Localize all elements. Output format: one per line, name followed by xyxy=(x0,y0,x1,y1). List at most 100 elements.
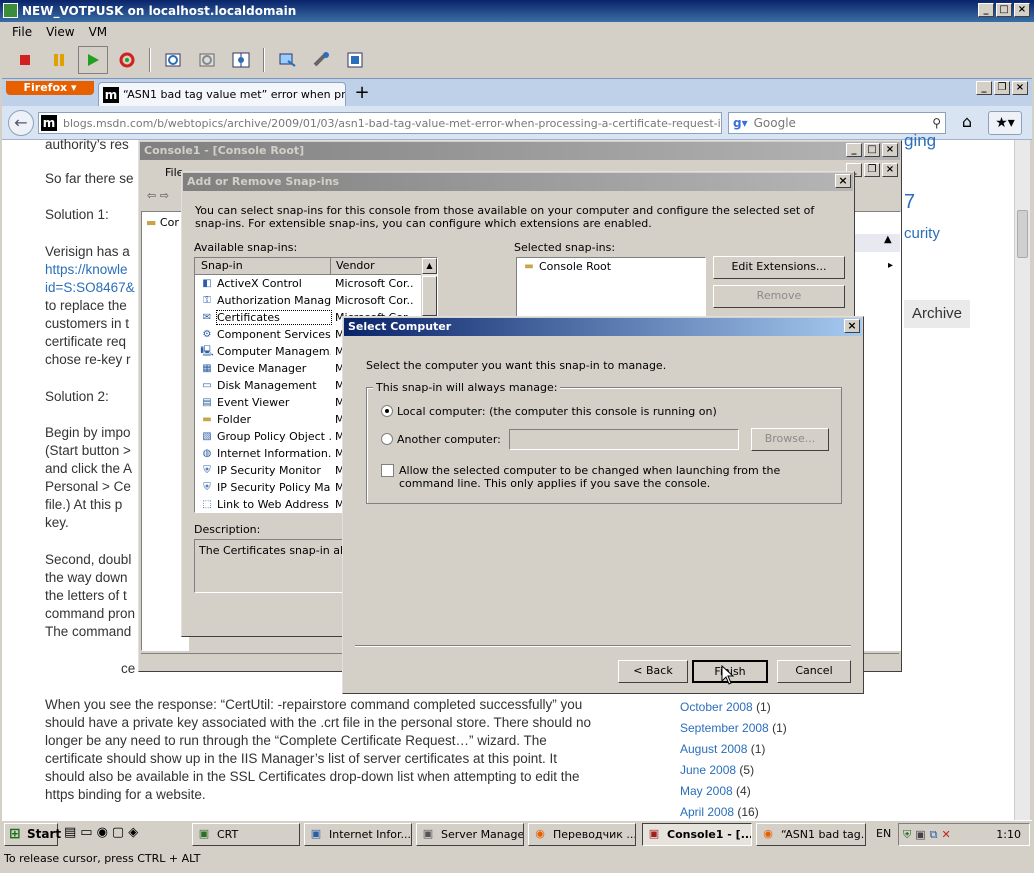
vm-title: NEW_VOTPUSK on localhost.localdomain xyxy=(22,4,297,18)
allow-change-label[interactable]: Allow the selected computer to be change… xyxy=(399,464,829,490)
console-inner-restore-button[interactable]: ❐ xyxy=(864,163,880,177)
snapin-name: Computer Managem... xyxy=(217,345,331,358)
taskbar-item-server-manager[interactable]: ▣ Server Manager xyxy=(416,823,524,846)
snapins-intro: You can select snap-ins for this console… xyxy=(195,204,815,230)
archive-item[interactable]: September 2008 (1) xyxy=(680,721,787,735)
taskbar-item-translator[interactable]: ◉ Переводчик ... xyxy=(528,823,636,846)
firefox-close-button[interactable]: × xyxy=(1012,81,1028,95)
page-scrollbar[interactable] xyxy=(1014,140,1030,820)
tray-shield-icon[interactable]: ⛨ xyxy=(903,828,911,842)
pause-icon[interactable] xyxy=(44,46,74,74)
console-tree-root[interactable]: ▬ Cor xyxy=(146,216,179,229)
snapin-item[interactable]: ⚿ Authorization Manager Microsoft Cor... xyxy=(195,292,437,309)
taskbar-item-asn1-tab[interactable]: ◉ “ASN1 bad tag... xyxy=(756,823,866,846)
bookmarks-menu-icon[interactable]: ★▾ xyxy=(988,111,1022,135)
console-view-icon[interactable] xyxy=(272,46,302,74)
taskbar-item-crt[interactable]: ▣ CRT xyxy=(192,823,300,846)
close-button[interactable]: × xyxy=(1014,3,1030,17)
local-computer-label[interactable]: Local computer: (the computer this conso… xyxy=(397,405,717,418)
tray-volume-muted-icon[interactable]: ✕ xyxy=(942,828,951,841)
another-computer-label[interactable]: Another computer: xyxy=(397,433,501,446)
start-button[interactable]: Start xyxy=(4,823,61,846)
sidebar-link[interactable]: ging xyxy=(904,132,936,150)
fullscreen-icon[interactable] xyxy=(340,46,370,74)
tray-network-icon[interactable]: ⧉ xyxy=(930,828,938,842)
article-line: chose re-key r xyxy=(45,352,131,367)
url-text: blogs.msdn.com/b/webtopics/archive/2009/… xyxy=(63,116,722,130)
scroll-up-icon[interactable]: ▲ xyxy=(422,258,437,274)
select-computer-close-button[interactable]: × xyxy=(844,319,860,333)
firefox-tab-bar: Firefox ▾ m “ASN1 bad tag value met” err… xyxy=(2,78,1032,106)
browser-tab-title: “ASN1 bad tag value met” error when proc… xyxy=(123,88,346,101)
menu-file[interactable]: File xyxy=(12,25,32,39)
back-button[interactable]: < Back xyxy=(618,660,688,683)
article-link[interactable]: https://knowle xyxy=(45,261,128,279)
local-computer-radio[interactable] xyxy=(381,405,393,417)
back-button[interactable]: ← xyxy=(8,110,34,136)
maximize-button[interactable]: □ xyxy=(996,3,1012,17)
console-minimize-button[interactable]: _ xyxy=(846,143,862,157)
menu-view[interactable]: View xyxy=(46,25,74,39)
firefox-minimize-button[interactable]: _ xyxy=(976,81,992,95)
remove-button[interactable]: Remove xyxy=(713,285,845,308)
reset-icon[interactable] xyxy=(112,46,142,74)
url-bar[interactable]: m blogs.msdn.com/b/webtopics/archive/200… xyxy=(38,112,722,134)
console-close-button[interactable]: × xyxy=(882,143,898,157)
archive-item[interactable]: June 2008 (5) xyxy=(680,763,754,777)
browse-button[interactable]: Browse... xyxy=(751,428,829,451)
another-computer-radio[interactable] xyxy=(381,433,393,445)
revert-icon[interactable] xyxy=(192,46,222,74)
another-computer-input[interactable] xyxy=(509,429,739,450)
article-line: should have a private key associated wit… xyxy=(45,715,592,730)
folder-icon: ▬ xyxy=(524,260,534,272)
column-header-vendor[interactable]: Vendor xyxy=(331,258,417,274)
console-maximize-button[interactable]: □ xyxy=(864,143,880,157)
column-header-snapin[interactable]: Snap-in xyxy=(195,258,331,274)
archive-tab[interactable]: Archive xyxy=(904,300,970,328)
selected-snapin-item[interactable]: ▬ Console Root xyxy=(517,258,705,275)
home-icon[interactable]: ⌂ xyxy=(952,111,982,135)
snapin-item[interactable]: ◧ ActiveX Control Microsoft Cor... xyxy=(195,275,437,292)
article-line: Personal > Ce xyxy=(45,479,131,494)
sidebar-link[interactable]: curity xyxy=(904,225,940,243)
scroll-thumb[interactable] xyxy=(422,276,437,316)
firefox-menu-button[interactable]: Firefox ▾ xyxy=(6,81,94,95)
minimize-button[interactable]: _ xyxy=(978,3,994,17)
console-inner-close-button[interactable]: × xyxy=(882,163,898,177)
archive-item[interactable]: October 2008 (1) xyxy=(680,700,771,714)
taskbar-item-iis[interactable]: ▣ Internet Infor... xyxy=(304,823,412,846)
article-line: Begin by impo xyxy=(45,425,131,440)
snapshot-icon[interactable] xyxy=(158,46,188,74)
console-back-forward-icon[interactable]: ⇦ ⇨ xyxy=(147,189,169,202)
selected-snapins-label: Selected snap-ins: xyxy=(514,241,616,254)
vm-app-icon xyxy=(3,3,18,18)
language-indicator[interactable]: EN xyxy=(876,827,891,840)
stop-icon[interactable] xyxy=(10,46,40,74)
snapins-close-button[interactable]: × xyxy=(835,174,851,188)
clock[interactable]: 1:10 xyxy=(996,828,1029,841)
dialog-separator xyxy=(355,645,851,647)
edit-extensions-button[interactable]: Edit Extensions... xyxy=(713,256,845,279)
snapin-name: IP Security Monitor xyxy=(217,464,321,477)
tray-vm-icon[interactable]: ▣ xyxy=(915,828,925,841)
allow-change-checkbox[interactable] xyxy=(381,464,394,477)
browser-tab[interactable]: m “ASN1 bad tag value met” error when pr… xyxy=(98,82,346,106)
archive-item[interactable]: August 2008 (1) xyxy=(680,742,765,756)
play-icon[interactable] xyxy=(78,46,108,74)
search-icon[interactable]: ⚲ xyxy=(932,116,945,130)
archive-item[interactable]: May 2008 (4) xyxy=(680,784,751,798)
new-tab-button[interactable]: + xyxy=(348,83,376,105)
archive-item[interactable]: April 2008 (16) xyxy=(680,805,759,819)
page-scrollbar-thumb[interactable] xyxy=(1017,210,1028,258)
article-link[interactable]: id=S:SO8467& xyxy=(45,279,135,297)
settings-icon[interactable] xyxy=(306,46,336,74)
quick-launch-icons[interactable]: ▤▭◉▢◈ xyxy=(64,825,142,840)
manage-snapshots-icon[interactable] xyxy=(226,46,256,74)
taskbar-item-console[interactable]: ▣ Console1 - [... xyxy=(642,823,752,846)
cancel-button[interactable]: Cancel xyxy=(777,660,851,683)
firefox-restore-button[interactable]: ❐ xyxy=(994,81,1010,95)
actions-more-icon[interactable]: ▸ xyxy=(888,260,893,271)
article-line: command pron xyxy=(45,606,136,621)
sidebar-link[interactable]: 7 xyxy=(904,192,915,212)
menu-vm[interactable]: VM xyxy=(89,25,108,39)
